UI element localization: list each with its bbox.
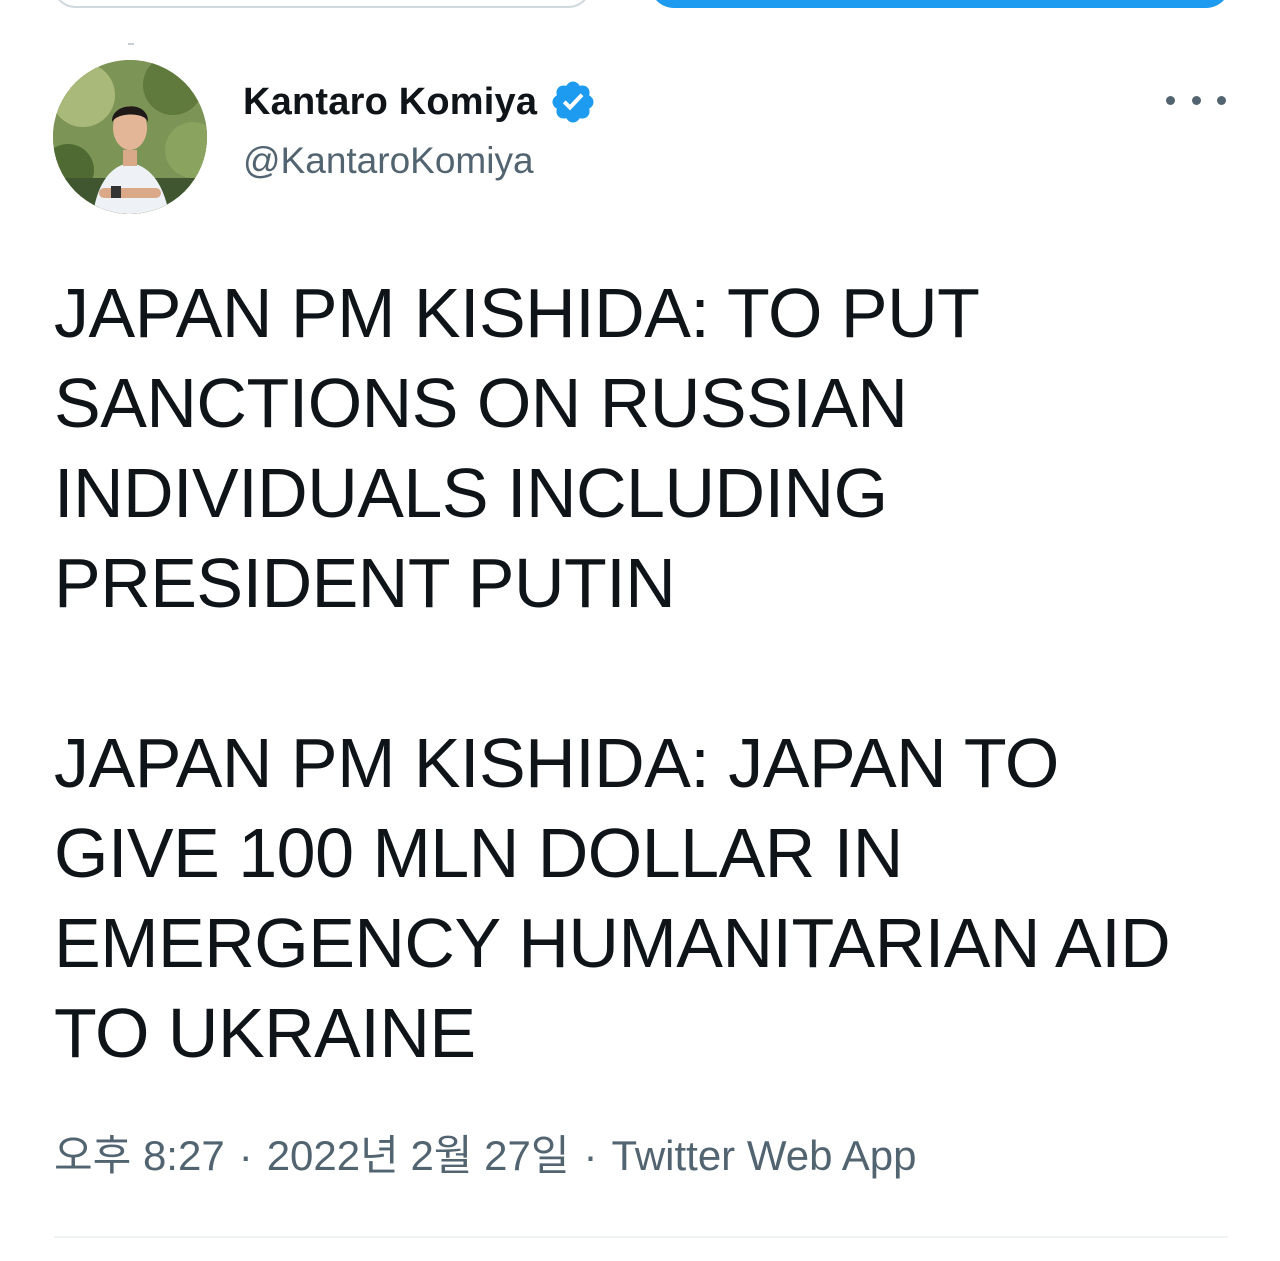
author-display-name[interactable]: Kantaro Komiya bbox=[243, 81, 537, 124]
author-handle[interactable]: @KantaroKomiya bbox=[243, 140, 534, 182]
author-name-row[interactable]: Kantaro Komiya bbox=[243, 74, 597, 130]
meta-separator: · bbox=[238, 1132, 253, 1179]
top-primary-button[interactable] bbox=[650, 0, 1230, 8]
more-options-icon bbox=[1166, 95, 1175, 105]
divider-mark bbox=[128, 43, 134, 45]
tweet-source-link[interactable]: Twitter Web App bbox=[611, 1128, 916, 1184]
avatar[interactable] bbox=[53, 60, 207, 214]
more-options-icon bbox=[1191, 95, 1201, 105]
tweet-text: JAPAN PM KISHIDA: TO PUT SANCTIONS ON RU… bbox=[54, 268, 1244, 1078]
tweet-date[interactable]: 2022년 2월 27일 bbox=[267, 1128, 570, 1184]
tweet-time[interactable]: 오후 8:27 bbox=[54, 1128, 225, 1184]
more-options-button[interactable] bbox=[1166, 84, 1226, 116]
divider bbox=[54, 1236, 1228, 1238]
tweet-paragraph: JAPAN PM KISHIDA: JAPAN TO GIVE 100 MLN … bbox=[54, 724, 1171, 1072]
more-options-icon bbox=[1217, 95, 1226, 105]
top-secondary-button[interactable] bbox=[52, 0, 592, 8]
profile-photo-icon bbox=[53, 60, 207, 214]
verified-badge-icon bbox=[552, 81, 594, 123]
tweet-paragraph: JAPAN PM KISHIDA: TO PUT SANCTIONS ON RU… bbox=[54, 274, 980, 622]
tweet-meta: 오후 8:27 · 2022년 2월 27일 · Twitter Web App bbox=[54, 1128, 917, 1184]
meta-separator: · bbox=[583, 1132, 598, 1179]
